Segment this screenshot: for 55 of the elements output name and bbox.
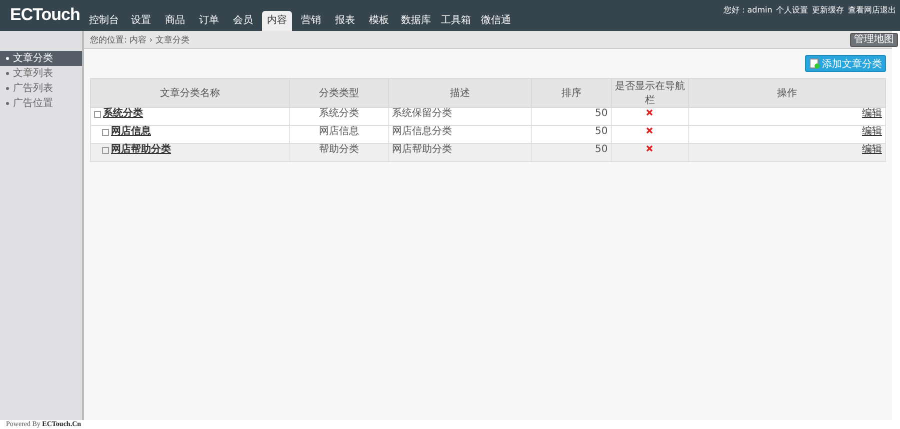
- table-cell: 网店帮助分类: [388, 144, 532, 162]
- nav-tab[interactable]: 商品: [160, 11, 190, 31]
- expand-square-icon[interactable]: [102, 128, 109, 136]
- table-cell: 50: [532, 144, 612, 162]
- column-header: 排序: [532, 78, 612, 108]
- nav-tab[interactable]: 控制台: [86, 11, 122, 31]
- category-link[interactable]: 网店信息: [111, 126, 151, 138]
- sidebar-item[interactable]: 文章分类: [0, 51, 82, 66]
- column-header: 分类类型: [289, 78, 389, 108]
- sidebar-item[interactable]: 广告位置: [0, 96, 82, 111]
- bullet-icon: [6, 102, 9, 105]
- table-cell: 网店信息分类: [388, 126, 532, 144]
- table-cell: 50: [532, 108, 612, 126]
- column-header: 描述: [388, 78, 532, 108]
- table-cell: 帮助分类: [289, 144, 389, 162]
- table-cell: 50: [532, 126, 612, 144]
- column-header: 是否显示在导航栏: [611, 78, 688, 108]
- table-cell: 网店信息: [289, 126, 389, 144]
- cross-icon[interactable]: [646, 145, 654, 152]
- bullet-icon: [6, 57, 9, 60]
- nav-tab[interactable]: 报表: [330, 11, 360, 31]
- sidebar-item[interactable]: 文章列表: [0, 66, 82, 81]
- cross-icon[interactable]: [646, 127, 654, 134]
- edit-link[interactable]: 编辑: [862, 108, 882, 119]
- column-header: 操作: [688, 78, 886, 108]
- expand-square-icon[interactable]: [102, 146, 109, 154]
- user-link[interactable]: 更新缓存: [812, 4, 844, 16]
- user-link[interactable]: 退出: [880, 4, 896, 16]
- sitemap-button[interactable]: 管理地图: [850, 32, 898, 46]
- breadcrumb: 您的位置: 内容 › 文章分类: [90, 34, 190, 46]
- user-link[interactable]: 您好：admin: [722, 4, 772, 16]
- add-document-icon: [809, 58, 820, 69]
- expand-square-icon[interactable]: [94, 110, 101, 118]
- nav-tab[interactable]: 模板: [364, 11, 394, 31]
- nav-tab[interactable]: 内容: [262, 11, 292, 31]
- nav-tab[interactable]: 微信通: [478, 11, 514, 31]
- bullet-icon: [6, 87, 9, 90]
- nav-tab[interactable]: 营销: [296, 11, 326, 31]
- nav-tab[interactable]: 工具箱: [438, 11, 474, 31]
- nav-tab[interactable]: 设置: [126, 11, 156, 31]
- user-link[interactable]: 个人设置: [776, 4, 808, 16]
- sidebar-item[interactable]: 广告列表: [0, 81, 82, 96]
- bullet-icon: [6, 72, 9, 75]
- table-cell: 系统分类: [289, 108, 389, 126]
- edit-link[interactable]: 编辑: [862, 126, 882, 137]
- edit-link[interactable]: 编辑: [862, 144, 882, 155]
- table-cell: 系统保留分类: [388, 108, 532, 126]
- nav-tab[interactable]: 订单: [194, 11, 224, 31]
- user-link[interactable]: 查看网店: [848, 4, 880, 16]
- column-header: 文章分类名称: [90, 78, 290, 108]
- nav-tab[interactable]: 数据库: [398, 11, 434, 31]
- cross-icon[interactable]: [646, 109, 654, 116]
- nav-tab[interactable]: 会员: [228, 11, 258, 31]
- category-link[interactable]: 系统分类: [103, 108, 143, 120]
- logo: ECTouch: [9, 5, 81, 26]
